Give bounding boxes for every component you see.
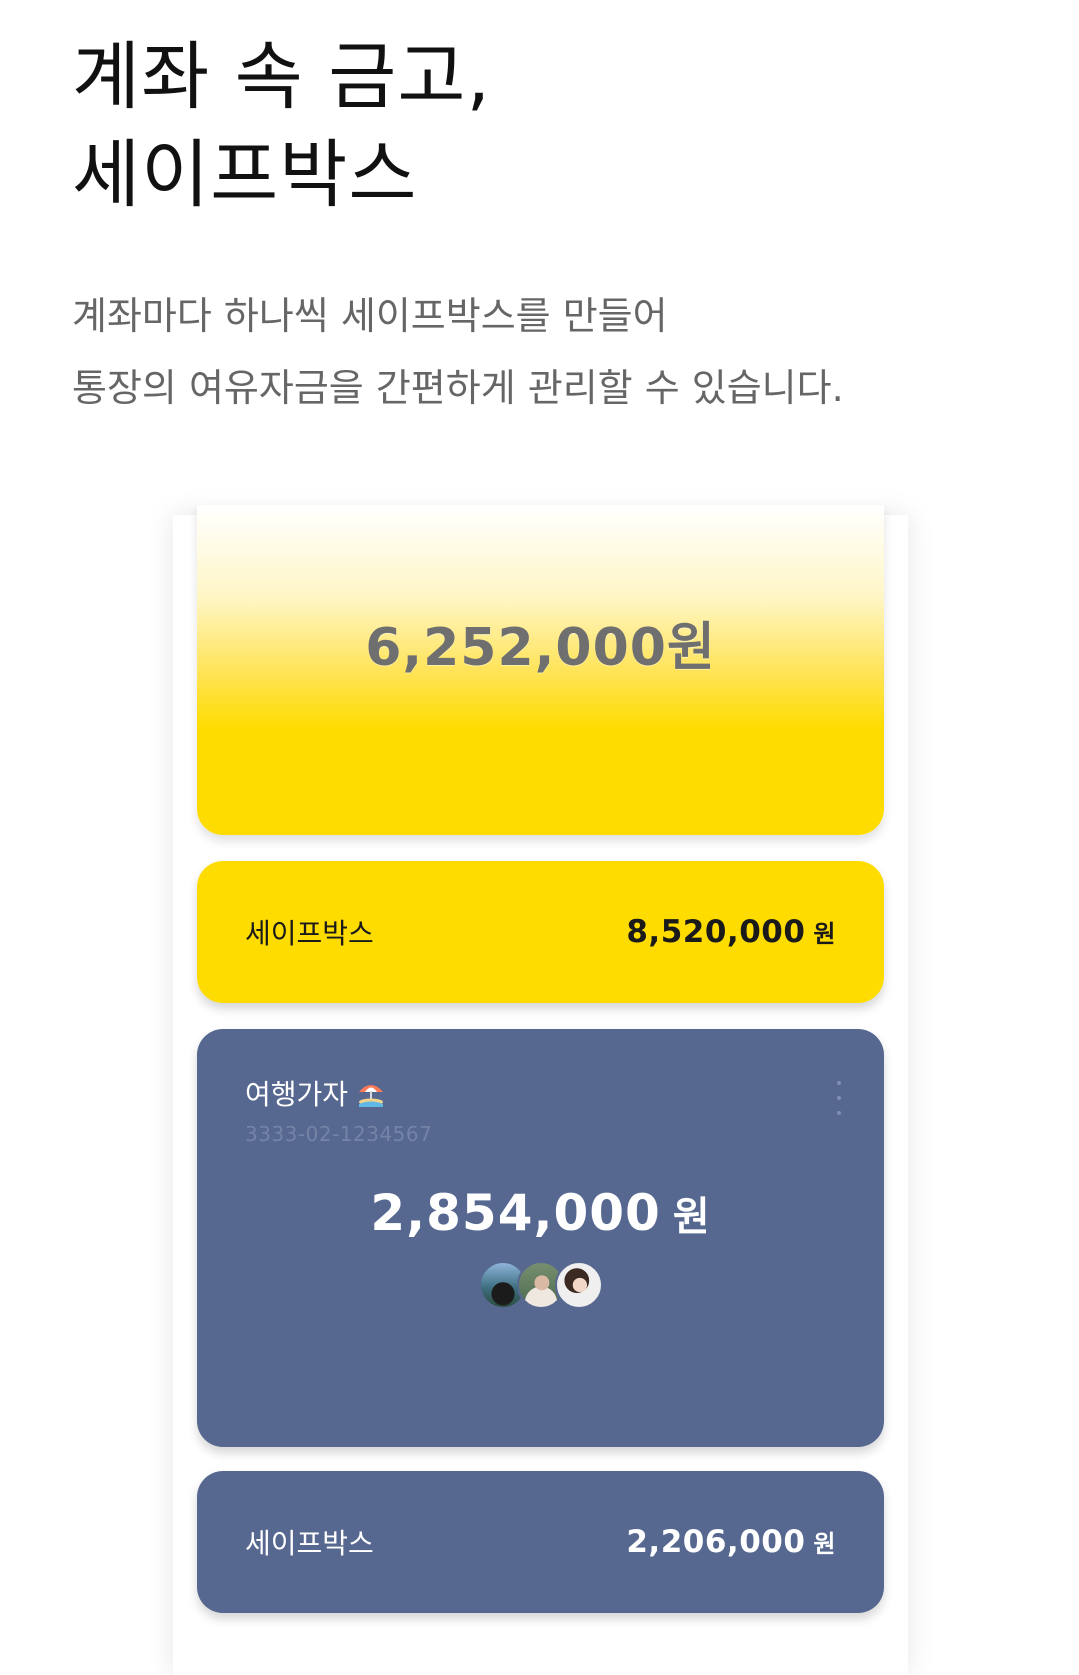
safebox-amount: 2,206,000 원 [626, 1524, 836, 1560]
travel-account-balance: 2,854,000 원 [197, 1184, 884, 1242]
account-number: 3333-02-1234567 [245, 1122, 433, 1146]
safebox-label: 세이프박스 [245, 1527, 374, 1560]
safebox-amount-unit: 원 [813, 1530, 836, 1558]
safebox-amount-value: 2,206,000 [626, 1524, 806, 1560]
safebox-amount: 8,520,000 원 [626, 914, 836, 950]
yellow-safebox-card[interactable]: 세이프박스 8,520,000 원 [197, 861, 884, 1003]
avatar [554, 1261, 603, 1309]
phone-mockup: 6,252,000원 세이프박스 8,520,000 원 여행가자 3333-02… [173, 505, 908, 1675]
travel-account-title: 여행가자 [245, 1078, 349, 1111]
travel-balance-value: 2,854,000 [370, 1184, 661, 1242]
description-line-1: 계좌마다 하나씩 세이프박스를 만들어 [72, 294, 668, 338]
beach-umbrella-icon [356, 1079, 386, 1107]
page-description: 계좌마다 하나씩 세이프박스를 만들어 통장의 여유자금을 간편하게 관리할 수… [72, 280, 844, 424]
main-account-balance: 6,252,000원 [365, 618, 716, 678]
safebox-amount-value: 8,520,000 [626, 914, 806, 950]
safebox-label: 세이프박스 [245, 917, 374, 950]
travel-account-card[interactable]: 여행가자 3333-02-1234567 2,854,000 원 [197, 1029, 884, 1447]
page-headline: 계좌 속 금고, 세이프박스 [72, 28, 491, 224]
member-avatars[interactable] [197, 1261, 884, 1309]
more-options-icon[interactable] [834, 1081, 844, 1115]
headline-line-1: 계좌 속 금고, [72, 34, 491, 120]
travel-balance-unit: 원 [672, 1194, 711, 1240]
description-line-2: 통장의 여유자금을 간편하게 관리할 수 있습니다. [72, 366, 844, 410]
main-account-card[interactable]: 6,252,000원 [197, 505, 884, 835]
travel-account-name: 여행가자 [245, 1073, 386, 1113]
headline-line-2: 세이프박스 [72, 132, 418, 218]
safebox-amount-unit: 원 [813, 920, 836, 948]
blue-safebox-card[interactable]: 세이프박스 2,206,000 원 [197, 1471, 884, 1613]
